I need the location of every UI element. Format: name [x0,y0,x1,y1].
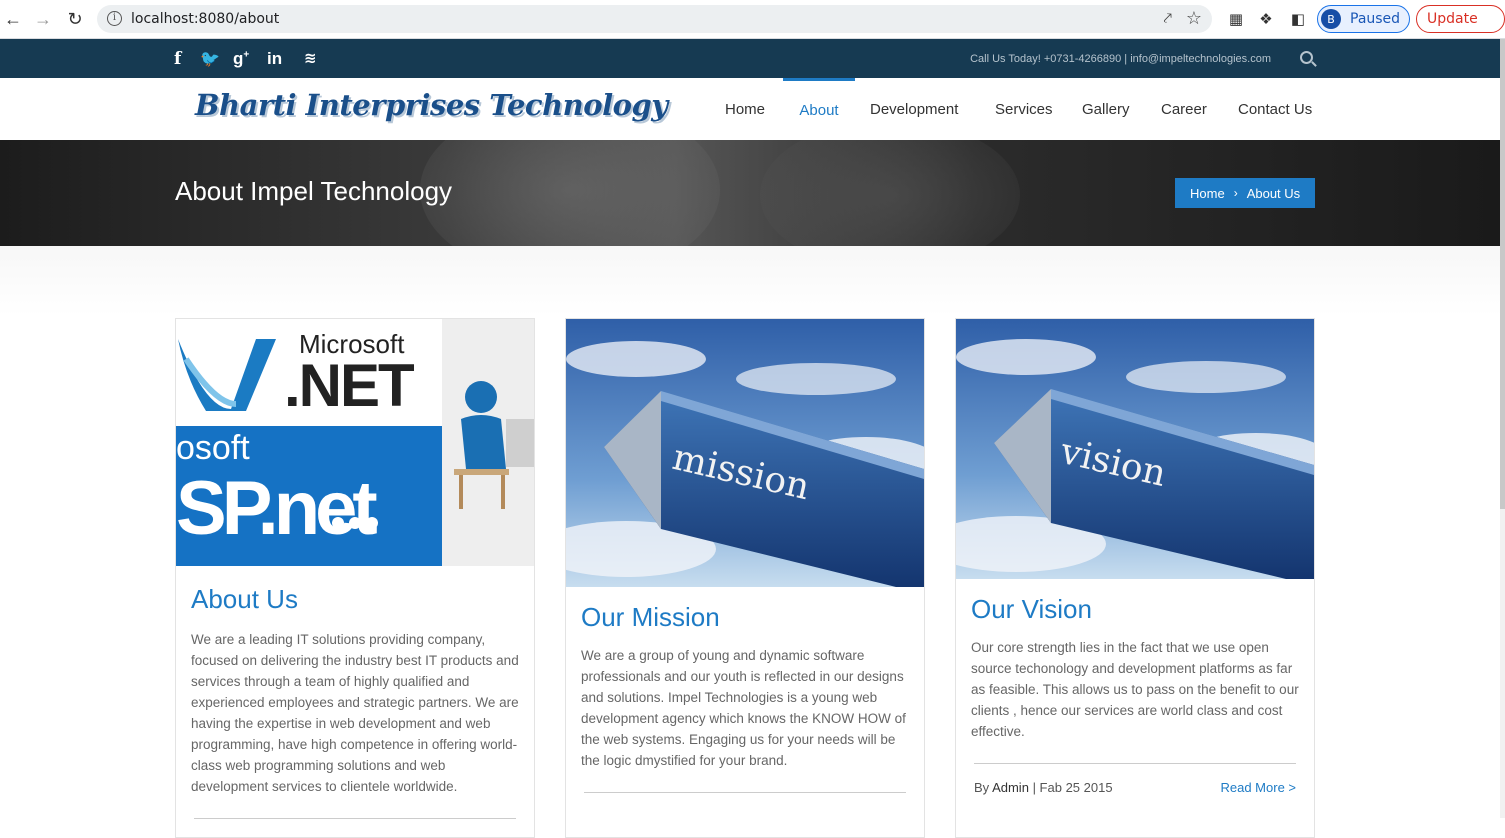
share-icon[interactable]: ⤤ [1164,10,1172,27]
card-about-us: Microsoft .NET osoft SP.net About Us We … [175,318,535,838]
card-our-vision: vision Our Vision Our core strength lies… [955,318,1315,838]
site-logo[interactable]: Bharti Interprises Technology [195,88,668,122]
nav-services[interactable]: Services [995,78,1053,140]
nav-gallery[interactable]: Gallery [1082,78,1130,140]
card-body: We are a group of young and dynamic soft… [581,648,906,768]
browser-toolbar: ← → ↻ i localhost:8080/about ⤤ ☆ ▦ ❖ ◧ B… [0,0,1505,39]
url-text[interactable]: localhost:8080/about [131,11,279,27]
card-body: Our core strength lies in the fact that … [971,640,1299,739]
card-our-mission: mission Our Mission We are a group of yo… [565,318,925,838]
address-bar[interactable]: i localhost:8080/about ⤤ ☆ [97,5,1212,33]
nav-career[interactable]: Career [1161,78,1207,140]
dotnet-slider-image: Microsoft .NET osoft SP.net [176,319,534,566]
card-meta [584,792,906,809]
breadcrumb: Home › About Us [1175,178,1315,208]
top-bar: f 🐦 g+ in ≋ Call Us Today! +0731-4266890… [0,39,1500,78]
meta-date: | Fab 25 2015 [1032,780,1113,795]
bookmark-star-icon[interactable]: ☆ [1186,8,1202,29]
nav-about[interactable]: About [783,78,855,140]
page-title: About Impel Technology [175,176,453,206]
card-title: About Us [191,584,298,614]
card-title: Our Vision [971,594,1092,624]
forward-icon[interactable]: → [32,8,54,30]
avatar: B [1321,9,1341,29]
reload-icon[interactable]: ↻ [64,8,86,30]
rss-icon[interactable]: ≋ [304,49,317,67]
vision-image: vision [956,319,1314,579]
page-scrollbar[interactable] [1500,39,1505,818]
twitter-icon[interactable]: 🐦 [200,49,220,69]
scrollbar-thumb[interactable] [1500,39,1505,509]
nav-contact-us[interactable]: Contact Us [1238,78,1312,140]
profile-button[interactable]: B Paused [1317,5,1410,33]
page-title-banner: About Impel Technology Home › About Us [0,140,1500,246]
linkedin-icon[interactable]: in [267,49,282,69]
slide-text-spnet: SP.net [176,466,378,551]
breadcrumb-home[interactable]: Home [1190,186,1225,201]
contact-info: Call Us Today! +0731-4266890 | info@impe… [970,53,1271,65]
profile-status: Paused [1350,11,1401,27]
card-meta: By Admin | Fab 25 2015 Read More > [974,763,1296,795]
google-plus-icon[interactable]: g+ [233,49,249,69]
update-button[interactable]: Update [1416,5,1505,33]
nav-home[interactable]: Home [725,78,765,140]
side-panel-icon[interactable]: ◧ [1288,9,1308,29]
card-body: We are a leading IT solutions providing … [191,632,519,794]
read-more-link[interactable]: Read More > [1220,780,1296,795]
slide-text-net: .NET [284,352,415,419]
qr-code-icon[interactable]: ▦ [1226,9,1246,29]
site-header: Bharti Interprises Technology Home About… [0,78,1500,140]
breadcrumb-current: About Us [1246,185,1301,201]
slide-text-osoft: osoft [176,429,250,467]
card-meta [194,818,516,835]
nav-development[interactable]: Development [870,78,958,140]
mission-image: mission [566,319,924,587]
search-icon[interactable] [1300,51,1313,64]
extensions-puzzle-icon[interactable]: ❖ [1256,9,1276,29]
site-info-icon[interactable]: i [107,11,122,26]
facebook-icon[interactable]: f [174,49,181,69]
chevron-right-icon: › [1233,186,1238,200]
meta-author[interactable]: Admin [992,780,1029,795]
back-icon[interactable]: ← [2,8,24,30]
card-title: Our Mission [581,602,720,632]
post-meta: By Admin | Fab 25 2015 [974,780,1113,795]
meta-by: By [974,780,990,795]
